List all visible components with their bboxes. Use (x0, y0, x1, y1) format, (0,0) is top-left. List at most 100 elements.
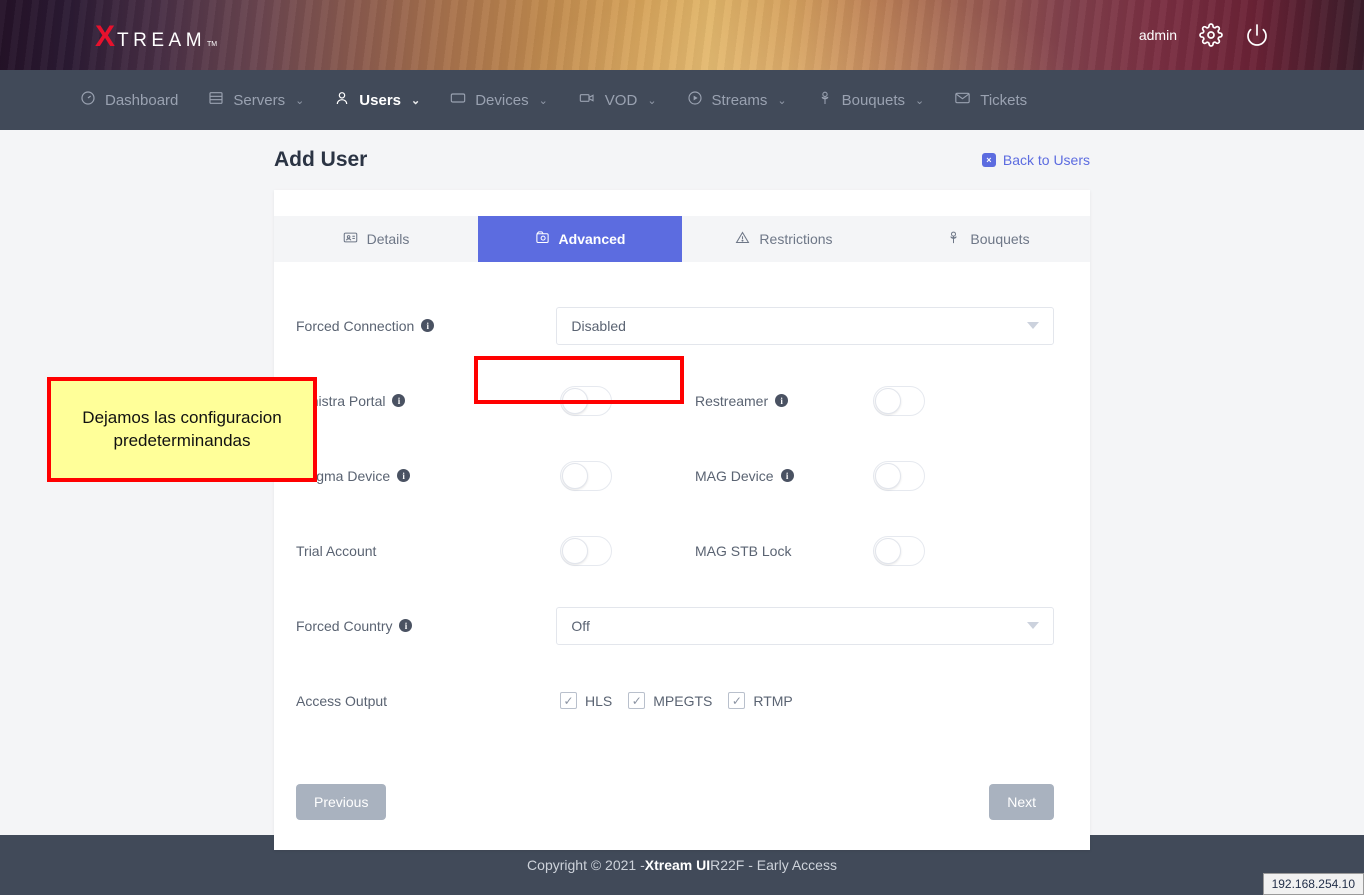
field-row-trial-magstb: Trial Account MAG STB Lock (296, 513, 1054, 588)
label-text: Trial Account (296, 543, 376, 559)
label-text: Restreamer (695, 393, 768, 409)
nav-item-bouquets[interactable]: Bouquets ⌄ (817, 90, 925, 110)
label-text: Access Output (296, 693, 387, 709)
restreamer-label: Restreamer i (695, 393, 873, 409)
field-row-enigma-mag: Enigma Device i MAG Device i (296, 438, 1054, 513)
main-navigation: Dashboard Servers ⌄ Users ⌄ Devices ⌄ (0, 70, 1364, 130)
toggle-knob (562, 463, 588, 489)
ministra-portal-label: Ministra Portal i (296, 393, 560, 409)
nav-item-servers[interactable]: Servers ⌄ (208, 90, 304, 110)
mag-stb-lock-toggle[interactable] (873, 536, 925, 566)
mag-device-toggle[interactable] (873, 461, 925, 491)
nav-label: Devices (475, 92, 528, 109)
info-icon[interactable]: i (775, 394, 788, 407)
power-icon[interactable] (1245, 23, 1269, 47)
restreamer-toggle[interactable] (873, 386, 925, 416)
tab-restrictions[interactable]: Restrictions (682, 216, 886, 262)
checkbox-box: ✓ (628, 692, 645, 709)
bouquet-icon (817, 90, 833, 110)
trial-account-toggle[interactable] (560, 536, 612, 566)
nav-label: VOD (605, 92, 638, 109)
gear-icon[interactable] (1199, 23, 1223, 47)
warning-icon (735, 230, 750, 248)
mag-device-label: MAG Device i (695, 468, 873, 484)
chevron-down-icon: ⌄ (411, 94, 420, 107)
mag-device-toggle-cell (873, 461, 1008, 491)
dashboard-icon (80, 90, 96, 110)
checkbox-rtmp[interactable]: ✓ RTMP (728, 692, 792, 709)
back-link-label: Back to Users (1003, 152, 1090, 168)
field-row-forced-connection: Forced Connection i Disabled (296, 288, 1054, 363)
advanced-form: Forced Connection i Disabled Ministra Po… (274, 262, 1090, 762)
enigma-device-toggle-cell (560, 461, 695, 491)
field-row-forced-country: Forced Country i Off (296, 588, 1054, 663)
footer-brand: Xtream UI (645, 857, 710, 873)
wizard-tabs: Details Advanced Restrictions (274, 216, 1090, 262)
enigma-device-toggle[interactable] (560, 461, 612, 491)
tab-label: Restrictions (759, 231, 832, 247)
toggle-knob (875, 463, 901, 489)
chevron-down-icon: ⌄ (295, 94, 304, 107)
info-icon[interactable]: i (397, 469, 410, 482)
xtream-logo[interactable]: XTREAMTM (95, 22, 217, 52)
tab-bouquets[interactable]: Bouquets (886, 216, 1090, 262)
ministra-portal-toggle[interactable] (560, 386, 612, 416)
close-icon: × (982, 153, 996, 167)
nav-label: Servers (233, 92, 285, 109)
tab-label: Advanced (559, 231, 626, 247)
wizard-buttons: Previous Next (274, 762, 1090, 850)
annotation-note: Dejamos las configuracion predeterminand… (47, 377, 317, 482)
info-icon[interactable]: i (399, 619, 412, 632)
checkbox-hls[interactable]: ✓ HLS (560, 692, 612, 709)
info-icon[interactable]: i (392, 394, 405, 407)
toggle-knob (875, 538, 901, 564)
forced-country-select[interactable]: Off (556, 607, 1054, 645)
nav-label: Streams (712, 92, 768, 109)
play-icon (687, 90, 703, 110)
info-icon[interactable]: i (421, 319, 434, 332)
label-text: MAG Device (695, 468, 774, 484)
chevron-down-icon: ⌄ (647, 94, 656, 107)
nav-label: Tickets (980, 92, 1027, 109)
nav-item-users[interactable]: Users ⌄ (334, 90, 420, 110)
logo-wordmark: TREAM (117, 31, 206, 50)
previous-button[interactable]: Previous (296, 784, 386, 820)
card-top-strip (274, 190, 1090, 216)
settings-icon (535, 230, 550, 248)
checkbox-mpegts[interactable]: ✓ MPEGTS (628, 692, 712, 709)
nav-item-vod[interactable]: VOD ⌄ (578, 90, 657, 110)
checkbox-box: ✓ (560, 692, 577, 709)
chevron-down-icon (1027, 322, 1039, 329)
toggle-knob (875, 388, 901, 414)
chevron-down-icon (1027, 622, 1039, 629)
logo-trademark: TM (207, 41, 217, 48)
label-text: MAG STB Lock (695, 543, 791, 559)
tab-details[interactable]: Details (274, 216, 478, 262)
tab-label: Bouquets (970, 231, 1029, 247)
checkbox-label: RTMP (753, 693, 792, 709)
mail-icon (954, 90, 971, 110)
status-ip-badge: 192.168.254.10 (1263, 873, 1364, 895)
restreamer-toggle-cell (873, 386, 1008, 416)
current-user-label: admin (1139, 27, 1177, 43)
back-to-users-link[interactable]: × Back to Users (982, 152, 1090, 168)
nav-label: Users (359, 92, 401, 109)
select-value: Disabled (571, 318, 625, 334)
trial-account-label: Trial Account (296, 543, 560, 559)
nav-item-streams[interactable]: Streams ⌄ (687, 90, 787, 110)
add-user-card: Details Advanced Restrictions (274, 190, 1090, 850)
chevron-down-icon: ⌄ (915, 94, 924, 107)
device-icon (450, 90, 466, 110)
page-body: Add User × Back to Users Details (0, 130, 1364, 835)
bouquet-icon (946, 230, 961, 248)
page-title: Add User (274, 148, 367, 172)
nav-item-dashboard[interactable]: Dashboard (80, 90, 178, 110)
next-button[interactable]: Next (989, 784, 1054, 820)
info-icon[interactable]: i (781, 469, 794, 482)
tab-advanced[interactable]: Advanced (478, 216, 682, 262)
field-row-ministra-restreamer: Ministra Portal i Restreamer i (296, 363, 1054, 438)
footer-suffix: R22F - Early Access (710, 857, 837, 873)
forced-connection-select[interactable]: Disabled (556, 307, 1054, 345)
nav-item-devices[interactable]: Devices ⌄ (450, 90, 548, 110)
nav-item-tickets[interactable]: Tickets (954, 90, 1027, 110)
